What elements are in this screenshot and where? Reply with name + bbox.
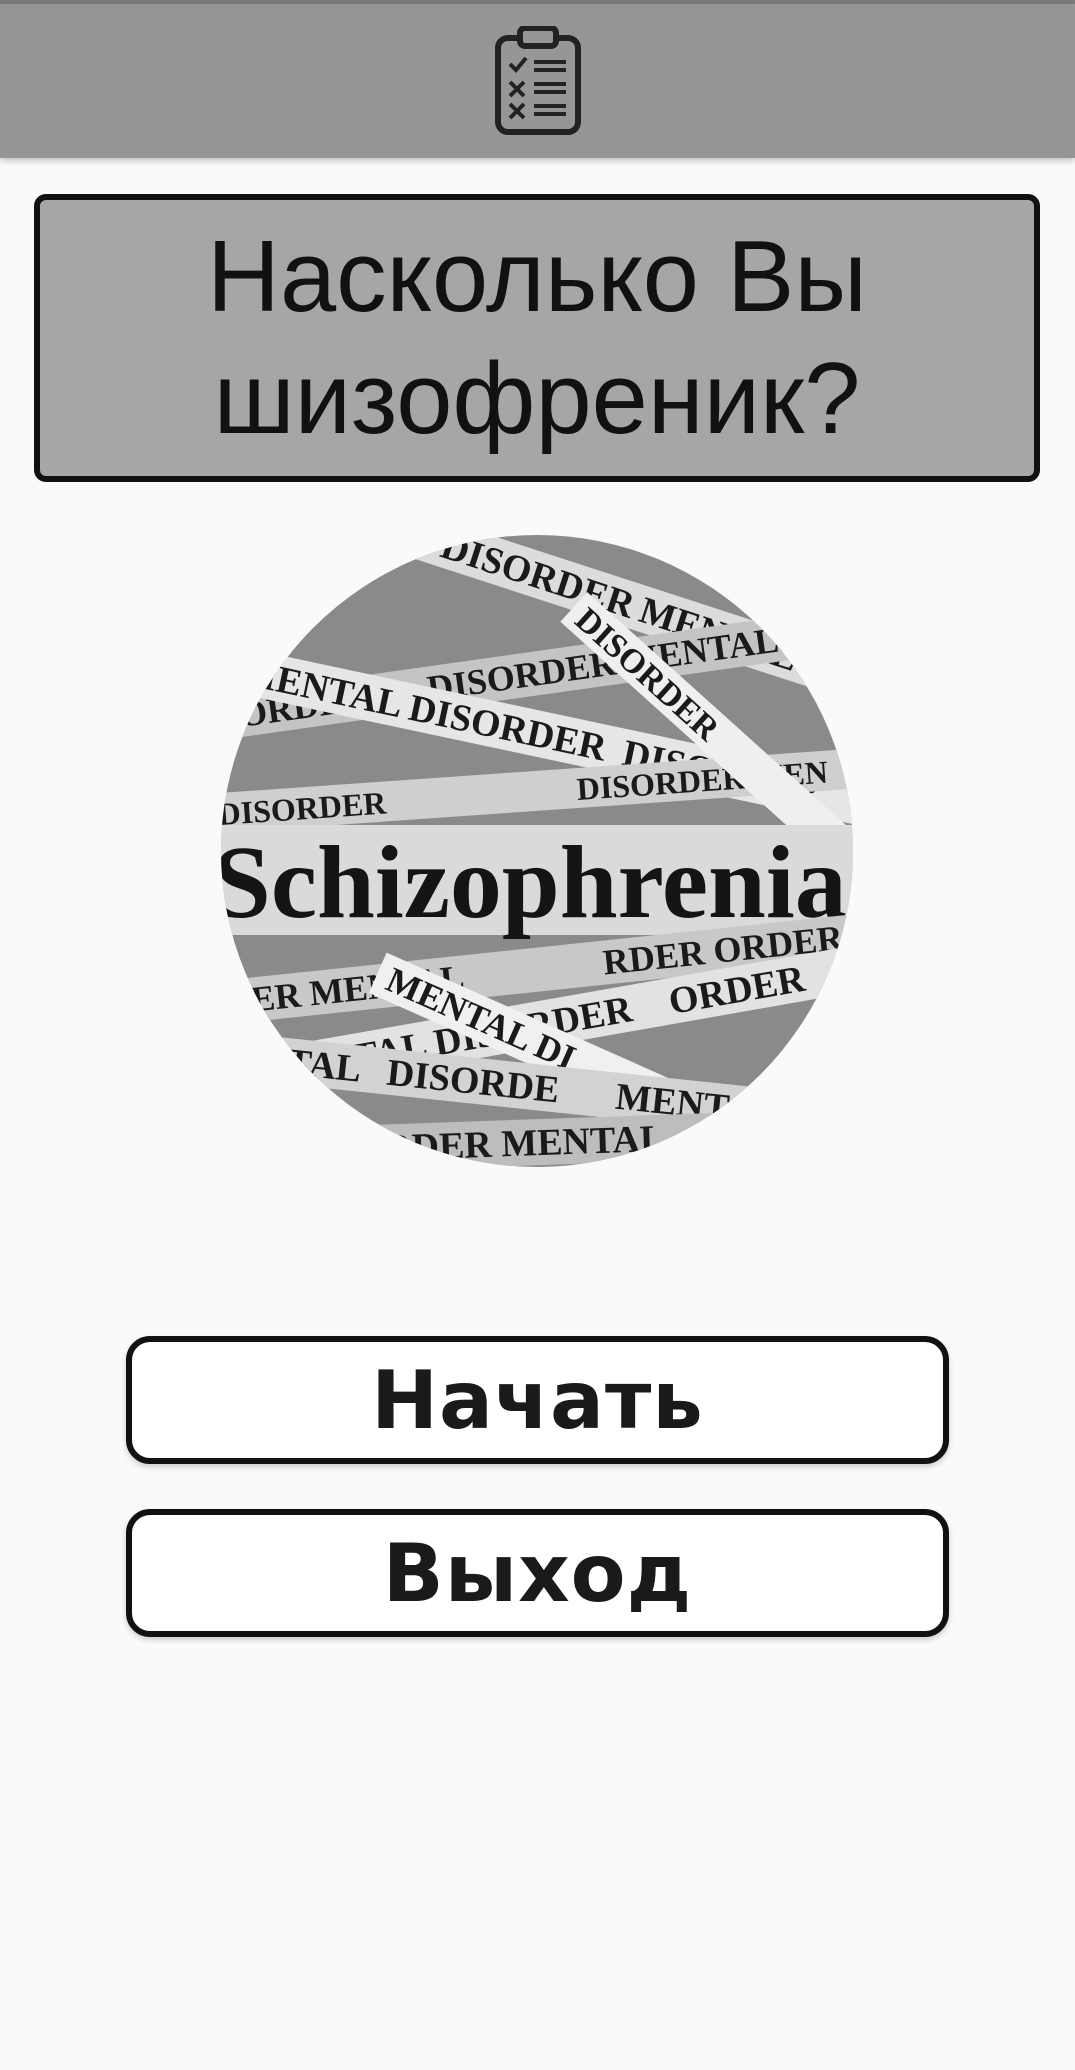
start-button[interactable]: Начать (126, 1336, 949, 1464)
collage-headline: Schizophrenia (221, 825, 847, 940)
quiz-title: Насколько Вы шизофреник? (207, 221, 867, 455)
app-toolbar (0, 4, 1075, 158)
schizophrenia-newspaper-collage-image: MENTAL DISORDER MENTAL DISORDER DISORDER… (221, 535, 853, 1167)
exit-button[interactable]: Выход (126, 1509, 949, 1637)
start-button-label: Начать (371, 1353, 704, 1447)
svg-text:DISORDER MENTAL: DISORDER MENTAL (291, 1118, 666, 1167)
exit-button-label: Выход (382, 1526, 693, 1620)
clipboard-checklist-icon (494, 26, 581, 135)
quiz-title-card: Насколько Вы шизофреник? (34, 194, 1040, 482)
